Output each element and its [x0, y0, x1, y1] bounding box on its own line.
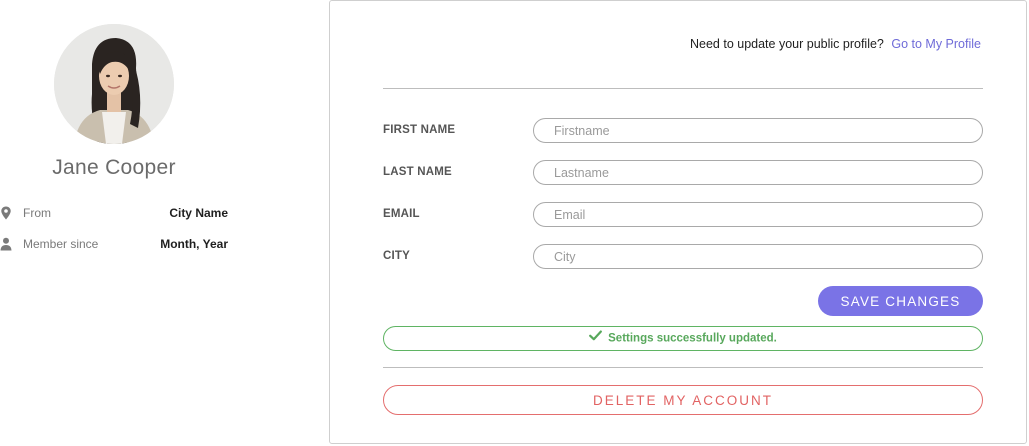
profile-update-prompt: Need to update your public profile?	[690, 37, 884, 51]
success-alert: Settings successfully updated.	[383, 326, 983, 351]
check-icon	[589, 327, 603, 350]
from-value: City Name	[169, 206, 228, 220]
profile-name: Jane Cooper	[52, 156, 176, 179]
city-field[interactable]	[533, 244, 983, 269]
divider	[383, 367, 983, 368]
settings-card: Need to update your public profile? Go t…	[329, 0, 1027, 444]
member-since-value: Month, Year	[160, 237, 228, 251]
first-name-field[interactable]	[533, 118, 983, 143]
go-to-profile-link[interactable]: Go to My Profile	[891, 37, 981, 51]
from-label: From	[23, 206, 51, 220]
last-name-label: LAST NAME	[383, 166, 452, 178]
map-pin-icon	[0, 206, 12, 220]
avatar	[54, 24, 174, 144]
member-since-label: Member since	[23, 237, 99, 251]
profile-member-since-row: Member since Month, Year	[0, 234, 230, 254]
city-label: CITY	[383, 250, 410, 262]
email-label: EMAIL	[383, 208, 420, 220]
delete-account-button[interactable]: DELETE MY ACCOUNT	[383, 385, 983, 415]
profile-from-row: From City Name	[0, 203, 230, 223]
last-name-field[interactable]	[533, 160, 983, 185]
first-name-label: FIRST NAME	[383, 124, 456, 136]
profile-link-note: Need to update your public profile? Go t…	[690, 37, 981, 51]
divider	[383, 88, 983, 89]
email-field[interactable]	[533, 202, 983, 227]
save-changes-button[interactable]: SAVE CHANGES	[818, 286, 983, 316]
user-icon	[0, 237, 12, 251]
success-message: Settings successfully updated.	[608, 332, 777, 345]
